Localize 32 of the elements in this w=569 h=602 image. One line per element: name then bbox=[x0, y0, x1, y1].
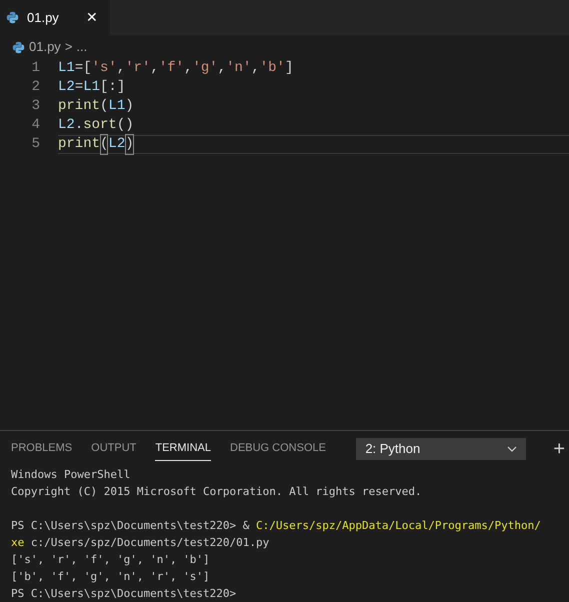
add-terminal-button[interactable]: + bbox=[553, 438, 565, 458]
code-line: L2=L1[:] bbox=[58, 78, 126, 97]
panel-tab[interactable]: PROBLEMS bbox=[11, 436, 72, 460]
panel-tab[interactable]: TERMINAL bbox=[155, 436, 211, 460]
terminal-line: PS C:\Users\spz\Documents\test220> bbox=[11, 586, 238, 602]
line-number: 2 bbox=[30, 78, 40, 97]
terminal-line: PS C:\Users\spz\Documents\test220> & C:/Users/spz/AppData/Local/Programs/Python/ bbox=[11, 518, 542, 534]
python-file-icon bbox=[6, 11, 19, 24]
terminal-select[interactable]: 2: Python bbox=[356, 438, 526, 460]
close-icon[interactable]: ✕ bbox=[86, 7, 98, 28]
breadcrumb-more[interactable]: ... bbox=[76, 37, 88, 57]
line-number: 5 bbox=[30, 135, 40, 154]
panel-tab[interactable]: DEBUG CONSOLE bbox=[230, 436, 326, 460]
terminal-line: ['s', 'r', 'f', 'g', 'n', 'b'] bbox=[11, 552, 211, 568]
breadcrumb-file[interactable]: 01.py bbox=[29, 37, 61, 57]
editor-tab[interactable]: 01.py ✕ bbox=[0, 0, 110, 35]
terminal-line: xe c:/Users/spz/Documents/test220/01.py bbox=[11, 535, 270, 551]
line-number: 3 bbox=[30, 97, 40, 116]
chevron-down-icon bbox=[507, 446, 518, 452]
tab-label: 01.py bbox=[27, 8, 60, 27]
code-line: L2.sort() bbox=[58, 116, 135, 135]
panel-tab[interactable]: OUTPUT bbox=[91, 436, 136, 460]
code-line: print(L2) bbox=[58, 135, 569, 154]
line-number: 4 bbox=[30, 116, 40, 135]
line-number: 1 bbox=[30, 59, 40, 78]
code-line: L1=['s','r','f','g','n','b'] bbox=[58, 59, 294, 78]
terminal-line: Copyright (C) 2015 Microsoft Corporation. All rights reserved. bbox=[11, 484, 423, 500]
code-line: print(L1) bbox=[58, 97, 135, 116]
breadcrumb-separator: > bbox=[64, 38, 72, 56]
terminal-line: ['b', 'f', 'g', 'n', 'r', 's'] bbox=[11, 569, 211, 585]
terminal-line: Windows PowerShell bbox=[11, 467, 132, 483]
python-file-icon bbox=[12, 40, 25, 54]
